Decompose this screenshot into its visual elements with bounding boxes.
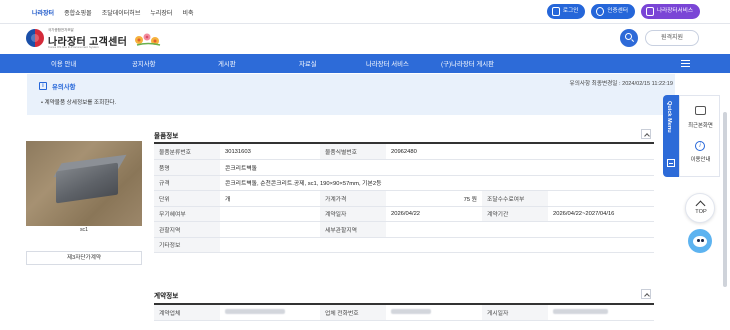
nav-notices[interactable]: 공지사항 — [132, 59, 156, 68]
search-button[interactable] — [620, 29, 638, 47]
field-value: 개 — [220, 190, 320, 207]
contract-type-badge: 제3자단가계약 — [26, 251, 142, 265]
field-label: 무기혜여부 — [154, 206, 220, 222]
field-value: 2026/04/22~2027/04/16 — [548, 206, 655, 222]
field-label: 기타정보 — [154, 237, 220, 253]
info-icon: i — [39, 82, 47, 90]
redacted-value — [391, 309, 431, 315]
main-navigation: 이용 안내 공지사항 게시판 자료실 나라장터 서비스 (구)나라장터 게시판 — [0, 54, 730, 73]
field-label: 물품식별번호 — [320, 144, 386, 160]
field-value — [386, 305, 482, 321]
goods-info-table: 물품분류번호 30131603 물품식별번호 20962480 품명 콘크리트벽돌 규격 콘크… — [154, 144, 655, 253]
link-naramarket[interactable]: 나라장터 — [32, 8, 54, 17]
field-value — [548, 305, 654, 321]
table-row: 규격 콘크리트벽돌, 순천콘크리트.공제, sc1, 190×90×57mm, 기… — [154, 175, 655, 191]
field-value: 20962480 — [386, 144, 655, 160]
grid-icon — [645, 7, 654, 16]
top-site-links: 나라장터 종합쇼핑몰 조달데이터허브 누리장터 비축 — [32, 8, 193, 17]
field-value — [220, 206, 320, 222]
field-label: 규격 — [154, 175, 220, 191]
table-row: 계약업체 업체 전화번호 게시일자 — [154, 305, 654, 321]
nav-board[interactable]: 게시판 — [218, 59, 236, 68]
notice-text: • 계약물품 상세정보를 조회한다. — [41, 100, 117, 106]
notice-box: i 유의사항 • 계약물품 상세정보를 조회한다. 유의사항 최종변경일 : 2… — [27, 74, 675, 115]
nav-resources[interactable]: 자료실 — [299, 59, 317, 68]
contract-collapse-button[interactable] — [641, 289, 651, 299]
field-label: 물품분류번호 — [154, 144, 220, 160]
naramarket-service-button[interactable]: 나라장터서비스 — [640, 4, 700, 19]
flowers-decoration-icon — [135, 33, 161, 46]
field-label: 업체 전화번호 — [320, 305, 386, 321]
link-shopping-mall[interactable]: 종합쇼핑몰 — [64, 8, 92, 17]
contract-info-table: 계약업체 업체 전화번호 게시일자 — [154, 305, 654, 321]
redacted-value — [553, 309, 608, 315]
chatbot-mascot-icon[interactable] — [688, 229, 712, 253]
table-row: 품명 콘크리트벽돌 — [154, 159, 655, 176]
goods-collapse-button[interactable] — [641, 129, 651, 139]
quick-menu-panel: 최근본화면 i 이용안내 — [679, 95, 720, 177]
notice-updated-date: 유의사항 최종변경일 : 2024/02/15 11:22:19 — [569, 81, 673, 87]
field-value — [220, 237, 655, 253]
field-label: 게시일자 — [482, 305, 548, 321]
government-emblem-icon[interactable] — [26, 29, 44, 47]
cert-center-button[interactable]: 인증센터 — [591, 4, 635, 19]
nav-old-board[interactable]: (구)나라장터 게시판 — [441, 59, 494, 68]
field-value — [220, 305, 320, 321]
field-value — [548, 190, 655, 207]
table-row: 단위 개 가계가격 75 원 조달수수료여부 — [154, 190, 655, 207]
redacted-value — [225, 309, 285, 315]
scroll-top-button[interactable]: TOP — [685, 193, 715, 223]
field-label: 조달수수료여부 — [482, 190, 548, 207]
field-label: 단위 — [154, 190, 220, 207]
table-row: 관할지역 세부관할지역 — [154, 221, 655, 238]
field-label: 가계가격 — [320, 190, 386, 207]
login-button[interactable]: 로그인 — [546, 4, 586, 19]
cert-icon — [596, 7, 605, 16]
link-data-hub[interactable]: 조달데이터허브 — [102, 8, 141, 17]
field-label: 계약기간 — [482, 206, 548, 222]
quick-menu-tab[interactable]: Quick Menu — [663, 95, 679, 177]
field-label: 품명 — [154, 159, 220, 176]
login-icon — [551, 7, 560, 16]
field-label: 관할지역 — [154, 221, 220, 238]
collapse-icon[interactable] — [667, 159, 675, 167]
field-value: 75 원 — [386, 190, 482, 207]
nav-usage-guide[interactable]: 이용 안내 — [51, 59, 76, 68]
field-value — [220, 221, 320, 238]
monitor-icon[interactable] — [695, 106, 706, 115]
nav-naramarket-service[interactable]: 나라장터 서비스 — [366, 59, 409, 68]
field-value: 콘크리트벽돌, 순천콘크리트.공제, sc1, 190×90×57mm, 기본2… — [220, 175, 655, 191]
goods-info-title: 물품정보 — [154, 133, 179, 140]
link-nuri-market[interactable]: 누리장터 — [150, 8, 172, 17]
field-value: 콘크리트벽돌 — [220, 159, 655, 176]
remote-support-button[interactable]: 원격지원 — [645, 30, 699, 46]
table-row: 물품분류번호 30131603 물품식별번호 20962480 — [154, 144, 655, 160]
field-value — [386, 221, 655, 238]
menu-icon[interactable] — [681, 60, 690, 67]
product-photo — [26, 141, 142, 226]
link-stockpile[interactable]: 비축 — [182, 8, 193, 17]
field-value: 2026/04/22 — [386, 206, 482, 222]
contract-info-title: 계약정보 — [154, 293, 179, 300]
logo-english: Korea ON-line E-Procurement System — [48, 45, 99, 49]
field-label: 계약업체 — [154, 305, 220, 321]
top-utility-bar: 나라장터 종합쇼핑몰 조달데이터허브 누리장터 비축 로그인 인증센터 나라장터… — [0, 0, 730, 24]
quick-recent-screens[interactable]: 최근본화면 — [680, 121, 721, 129]
product-photo-caption: sc1 — [79, 227, 89, 233]
quick-usage-guide[interactable]: 이용안내 — [680, 155, 721, 163]
notice-title: 유의사항 — [52, 84, 76, 91]
table-row: 기타정보 — [154, 237, 655, 253]
info-circle-icon[interactable]: i — [695, 141, 705, 151]
table-row: 무기혜여부 계약일자 2026/04/22 계약기간 2026/04/22~2027/0… — [154, 206, 655, 222]
field-label: 계약일자 — [320, 206, 386, 222]
page-scrollbar[interactable] — [723, 112, 727, 287]
quick-menu-label: Quick Menu — [666, 101, 672, 133]
field-label: 세부관할지역 — [320, 221, 386, 238]
field-value: 30131603 — [220, 144, 320, 160]
